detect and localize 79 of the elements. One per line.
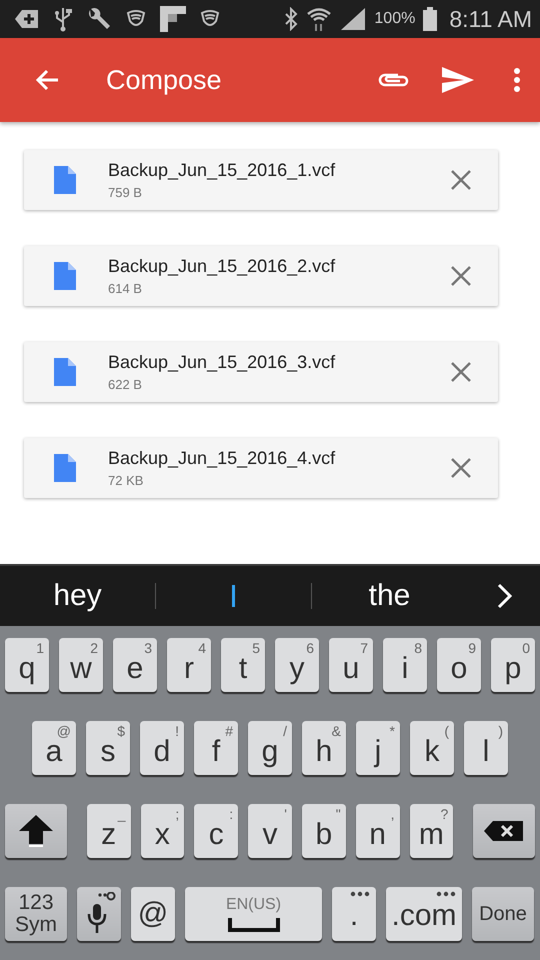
more-dots-icon <box>350 891 370 897</box>
signal-icon <box>340 7 366 31</box>
letter-key[interactable]: / g <box>248 721 292 775</box>
attachment-card[interactable]: Backup_Jun_15_2016_4.vcf 72 KB <box>24 438 498 498</box>
letter-key[interactable]: _ z <box>86 804 131 858</box>
letter-key[interactable]: " b <box>302 804 346 858</box>
letter-key[interactable]: ; x <box>140 804 184 858</box>
battery-icon <box>423 7 438 31</box>
letter-key[interactable]: ! d <box>140 721 184 775</box>
screen-title: Compose <box>106 64 223 96</box>
letter-key[interactable]: 7 u <box>329 638 373 692</box>
letter-key[interactable]: 9 o <box>437 638 481 692</box>
letter-key[interactable]: * j <box>356 721 400 775</box>
letter-key[interactable]: : c <box>194 804 238 858</box>
close-icon <box>450 457 472 479</box>
file-icon <box>54 454 76 482</box>
text-key[interactable]: . <box>332 887 376 941</box>
shield-icon <box>126 9 146 29</box>
back-arrow-icon <box>34 68 60 92</box>
file-size: 614 B <box>108 281 143 296</box>
letter-key[interactable]: 0 p <box>491 638 535 692</box>
close-icon <box>450 361 472 383</box>
voice-input-key[interactable] <box>77 887 121 941</box>
done-key[interactable]: Done <box>472 887 534 941</box>
backspace-icon <box>483 819 526 843</box>
text-key[interactable]: .com <box>386 887 462 941</box>
letter-key[interactable]: 8 i <box>383 638 427 692</box>
word-suggestion[interactable]: hey <box>53 579 102 613</box>
more-dots-icon <box>436 891 456 897</box>
app-logo-icon <box>160 6 186 32</box>
at-key[interactable]: @ <box>131 887 175 941</box>
file-name: Backup_Jun_15_2016_1.vcf <box>108 160 336 181</box>
letter-key[interactable]: 2 w <box>59 638 103 692</box>
file-icon <box>54 166 76 194</box>
file-name: Backup_Jun_15_2016_3.vcf <box>108 352 336 373</box>
attachment-card[interactable]: Backup_Jun_15_2016_1.vcf 759 B <box>24 150 498 210</box>
wifi-icon <box>306 6 332 32</box>
up-arrow-icon <box>18 814 54 848</box>
close-icon <box>450 265 472 287</box>
file-size: 622 B <box>108 377 143 392</box>
battery-percentage: 100% <box>374 10 416 28</box>
more-vertical-icon <box>514 68 520 92</box>
file-name: Backup_Jun_15_2016_2.vcf <box>108 256 336 277</box>
letter-key[interactable]: 1 q <box>5 638 49 692</box>
letter-key[interactable]: ' v <box>248 804 292 858</box>
letter-key[interactable]: ) l <box>464 721 508 775</box>
clock-time: 8:11 AM <box>449 6 532 32</box>
send-icon <box>442 67 474 93</box>
letter-key[interactable]: ( k <box>410 721 454 775</box>
usb-icon <box>54 6 72 32</box>
bluetooth-icon <box>284 7 298 31</box>
letter-key[interactable]: @ a <box>32 721 76 775</box>
letter-key[interactable]: $ s <box>86 721 130 775</box>
letter-key[interactable]: 3 e <box>113 638 157 692</box>
chevron-right-icon <box>497 583 513 609</box>
attachment-card[interactable]: Backup_Jun_15_2016_3.vcf 622 B <box>24 342 498 402</box>
letter-key[interactable]: & h <box>302 721 346 775</box>
file-icon <box>54 262 76 290</box>
add-tag-icon <box>14 8 40 30</box>
file-size: 72 KB <box>108 473 144 488</box>
word-suggestion[interactable]: the <box>368 579 410 613</box>
letter-key[interactable]: 6 y <box>275 638 319 692</box>
shield-icon <box>200 9 220 29</box>
file-size: 759 B <box>108 185 143 200</box>
file-name: Backup_Jun_15_2016_4.vcf <box>108 448 336 469</box>
letter-key[interactable]: 4 r <box>167 638 211 692</box>
letter-key[interactable]: # f <box>194 721 238 775</box>
attachment-card[interactable]: Backup_Jun_15_2016_2.vcf 614 B <box>24 246 498 306</box>
letter-key[interactable]: , n <box>356 804 400 858</box>
space-bar-icon <box>228 918 280 932</box>
shift-key[interactable] <box>5 804 67 858</box>
letter-key[interactable]: 5 t <box>221 638 265 692</box>
letter-key[interactable]: ? m <box>410 804 454 858</box>
symbols-key[interactable]: 123 Sym <box>5 887 67 941</box>
wrench-icon <box>86 6 112 32</box>
backspace-key[interactable] <box>473 804 536 858</box>
close-icon <box>450 169 472 191</box>
text-cursor-icon <box>232 585 235 607</box>
file-icon <box>54 358 76 386</box>
